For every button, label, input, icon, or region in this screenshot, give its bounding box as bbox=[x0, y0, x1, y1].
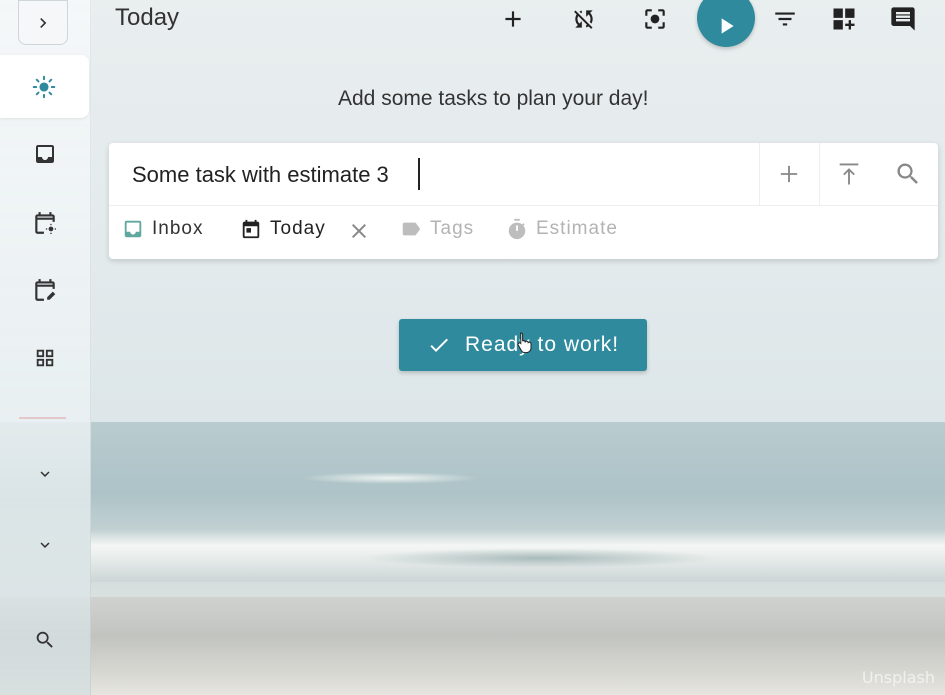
add-task-confirm-button[interactable] bbox=[760, 143, 818, 205]
clear-due-date-button[interactable] bbox=[347, 219, 371, 247]
tags-chip[interactable]: Tags bbox=[400, 218, 474, 240]
sidebar-divider bbox=[19, 417, 66, 419]
due-date-chip[interactable]: Today bbox=[240, 218, 326, 240]
task-title-input[interactable] bbox=[132, 157, 752, 193]
sidebar-item-boards[interactable] bbox=[0, 332, 90, 384]
mouse-pointer-icon bbox=[516, 331, 534, 357]
search-icon bbox=[897, 163, 918, 184]
focus-mode-button[interactable] bbox=[635, 0, 675, 38]
expand-sidebar-button[interactable] bbox=[18, 0, 68, 45]
filter-icon bbox=[775, 12, 795, 26]
sidebar-item-scheduled[interactable] bbox=[0, 197, 90, 249]
sidebar-item-today[interactable] bbox=[0, 55, 89, 118]
add-to-top-button[interactable] bbox=[820, 143, 878, 205]
notes-button[interactable] bbox=[883, 0, 923, 38]
tags-chip-label: Tags bbox=[430, 218, 475, 239]
add-icon bbox=[505, 11, 521, 27]
add-to-top-icon bbox=[839, 163, 859, 185]
estimate-chip[interactable]: Estimate bbox=[506, 218, 618, 240]
calendar-sun-icon bbox=[35, 212, 57, 235]
search-icon bbox=[36, 631, 53, 648]
sync-disabled-icon bbox=[574, 10, 593, 29]
chevron-down-icon bbox=[40, 471, 50, 477]
project-chip[interactable]: Inbox bbox=[122, 218, 203, 240]
sidebar-item-tags-toggle[interactable] bbox=[0, 519, 90, 571]
chevron-right-icon bbox=[40, 17, 47, 28]
watermark: Unsplash bbox=[861, 668, 935, 687]
add-icon bbox=[780, 165, 798, 183]
timer-icon bbox=[508, 218, 526, 240]
empty-state-hint: Add some tasks to plan your day! bbox=[338, 87, 649, 110]
focus-icon bbox=[645, 9, 665, 29]
text-caret bbox=[418, 158, 420, 190]
chevron-down-icon bbox=[40, 542, 50, 548]
calendar-edit-icon bbox=[35, 279, 56, 301]
sidebar bbox=[0, 0, 91, 695]
grid-icon bbox=[36, 349, 54, 367]
tag-icon bbox=[402, 222, 421, 236]
close-icon bbox=[352, 224, 366, 238]
sidebar-item-planner[interactable] bbox=[0, 264, 90, 316]
add-task-button[interactable] bbox=[493, 0, 533, 38]
sun-icon bbox=[32, 75, 56, 99]
sync-button[interactable] bbox=[564, 0, 604, 38]
sidebar-item-projects-toggle[interactable] bbox=[0, 448, 90, 500]
search-task-button[interactable] bbox=[879, 143, 937, 205]
add-widget-icon bbox=[833, 8, 855, 30]
sidebar-search-button[interactable] bbox=[0, 614, 90, 666]
comment-icon bbox=[891, 7, 915, 31]
inbox-icon bbox=[124, 220, 142, 238]
add-task-card: Inbox Today Tags Estimate bbox=[109, 143, 938, 259]
ready-to-work-label: Ready to work! bbox=[464, 333, 620, 356]
sidebar-item-inbox[interactable] bbox=[0, 128, 90, 180]
project-chip-label: Inbox bbox=[152, 218, 204, 239]
page-title: Today bbox=[115, 4, 180, 31]
inbox-icon bbox=[36, 145, 54, 163]
filter-button[interactable] bbox=[765, 0, 805, 38]
estimate-chip-label: Estimate bbox=[536, 218, 618, 239]
add-widget-button[interactable] bbox=[824, 0, 864, 38]
check-icon bbox=[430, 338, 448, 352]
play-icon bbox=[721, 18, 734, 34]
due-date-chip-label: Today bbox=[270, 218, 326, 239]
calendar-icon bbox=[242, 219, 260, 239]
